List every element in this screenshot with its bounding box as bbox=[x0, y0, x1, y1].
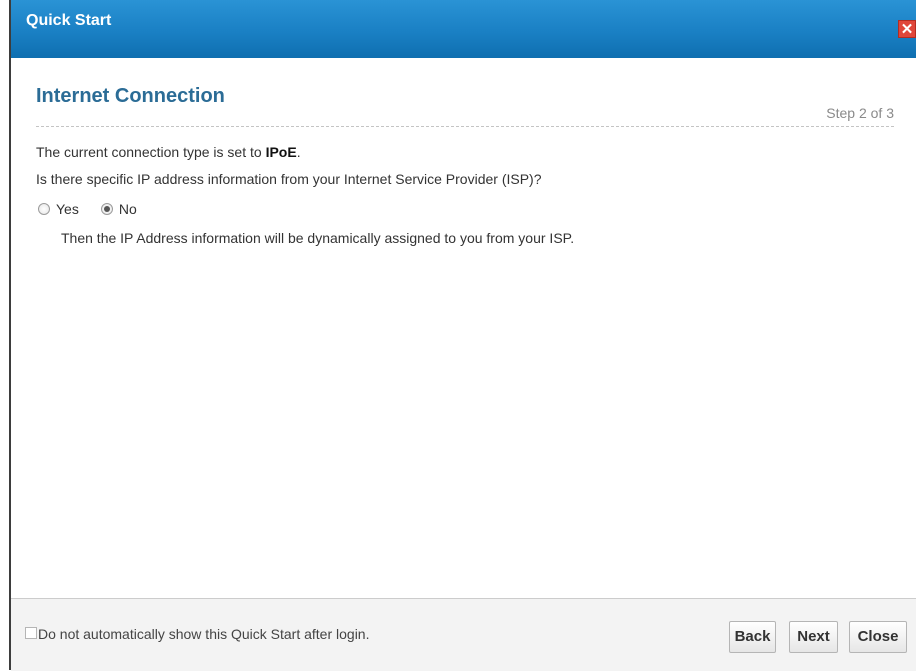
radio-yes[interactable] bbox=[38, 203, 50, 215]
radio-yes-label[interactable]: Yes bbox=[56, 201, 79, 217]
auto-show-checkbox[interactable] bbox=[25, 627, 37, 639]
next-button[interactable]: Next bbox=[789, 621, 838, 653]
close-button[interactable]: Close bbox=[849, 621, 907, 653]
auto-show-checkbox-label[interactable]: Do not automatically show this Quick Sta… bbox=[38, 626, 369, 642]
title-bar: Quick Start ✕ bbox=[11, 0, 916, 58]
dialog-footer: Do not automatically show this Quick Sta… bbox=[11, 598, 916, 671]
dynamic-ip-note: Then the IP Address information will be … bbox=[61, 230, 575, 246]
connection-prefix: The current connection type is set to bbox=[36, 144, 266, 160]
isp-radio-group: Yes No bbox=[38, 201, 159, 217]
section-title: Internet Connection bbox=[36, 85, 225, 107]
connection-suffix: . bbox=[296, 144, 301, 160]
radio-no-label[interactable]: No bbox=[119, 201, 137, 217]
quick-start-dialog: Quick Start ✕ Internet Connection Step 2… bbox=[9, 0, 916, 671]
content-area: Internet Connection Step 2 of 3 The curr… bbox=[11, 58, 916, 598]
close-icon[interactable]: ✕ bbox=[898, 20, 916, 38]
dialog-title: Quick Start bbox=[26, 12, 112, 29]
back-button[interactable]: Back bbox=[729, 621, 776, 653]
connection-type-value: IPoE bbox=[265, 144, 297, 160]
connection-type-text: The current connection type is set to IP… bbox=[36, 144, 301, 160]
isp-question: Is there specific IP address information… bbox=[36, 171, 542, 187]
radio-no[interactable] bbox=[100, 203, 113, 215]
step-indicator: Step 2 of 3 bbox=[826, 105, 894, 121]
divider bbox=[36, 126, 894, 127]
